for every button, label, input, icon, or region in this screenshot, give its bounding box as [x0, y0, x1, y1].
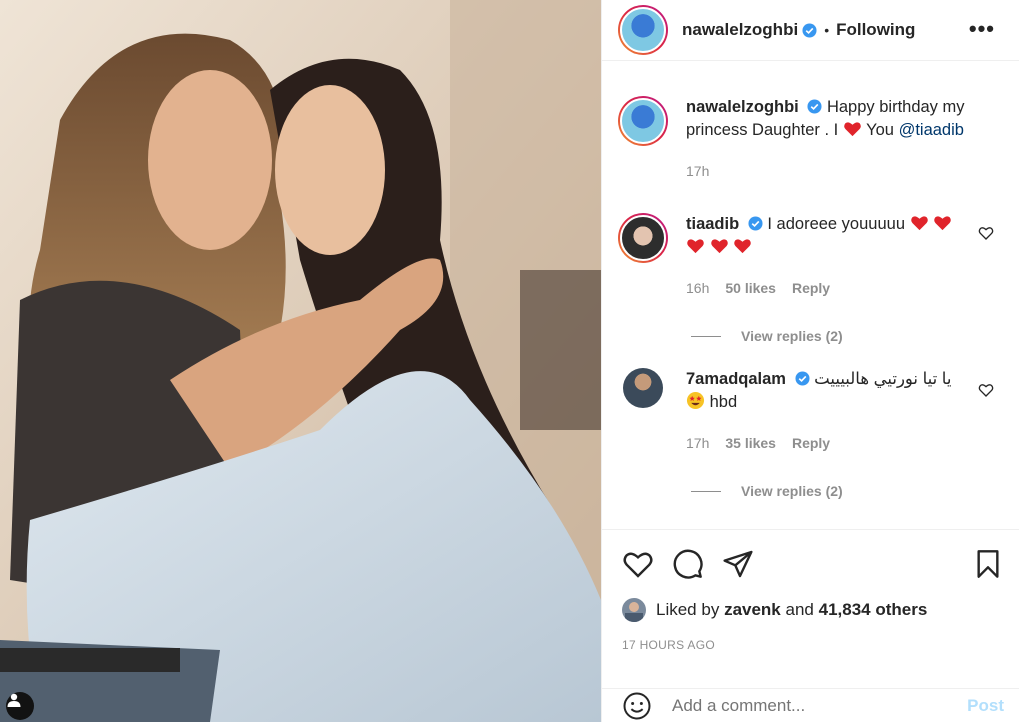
comment-item: tiaadib I adoreee youuuuu 16h 50 likes R…	[618, 183, 1004, 300]
liker-avatar[interactable]	[622, 598, 646, 622]
view-replies-button[interactable]: View replies (2)	[691, 483, 1004, 499]
reply-button[interactable]: Reply	[792, 432, 830, 455]
red-heart-emoji-icon	[710, 239, 728, 254]
verified-badge-icon	[802, 22, 817, 38]
comment-avatar[interactable]	[623, 368, 663, 408]
separator-dot: •	[824, 22, 830, 38]
author-avatar[interactable]	[618, 5, 668, 55]
comment-text-2: hbd	[709, 393, 738, 411]
comment-likes[interactable]: 35 likes	[725, 432, 776, 455]
liker-username[interactable]: zavenk	[724, 600, 781, 620]
likes-conj: and	[785, 600, 814, 619]
heart-icon[interactable]	[622, 548, 654, 580]
reply-button[interactable]: Reply	[792, 277, 830, 300]
add-comment-bar: Post	[602, 688, 1019, 722]
verified-badge-icon	[795, 371, 810, 386]
post-header: nawalelzoghbi • Following •••	[602, 0, 1019, 61]
comment-text: يا تيا نورتيي هالبيييت	[814, 370, 952, 388]
likes-count[interactable]: 41,834 others	[819, 600, 928, 620]
caption-text-2: You	[866, 121, 894, 139]
comment-time[interactable]: 17h	[686, 432, 709, 455]
caption-time[interactable]: 17h	[686, 160, 709, 183]
replies-divider	[691, 490, 721, 492]
smiley-icon[interactable]	[622, 691, 652, 721]
comment-username[interactable]: tiaadib	[686, 215, 739, 233]
like-comment-heart-icon[interactable]	[978, 382, 994, 398]
red-heart-emoji-icon	[844, 122, 861, 137]
like-comment-heart-icon[interactable]	[978, 225, 994, 241]
action-bar	[622, 546, 1004, 582]
comment-text: I adoreee youuuuu	[767, 215, 905, 233]
photo-illustration	[0, 0, 601, 722]
likes-summary: Liked by zavenk and 41,834 others	[622, 598, 1004, 622]
following-button[interactable]: Following	[836, 20, 915, 40]
comment-likes[interactable]: 50 likes	[725, 277, 776, 300]
red-heart-emoji-icon	[934, 216, 951, 231]
post-actions: Liked by zavenk and 41,834 others 17 HOU…	[602, 529, 1019, 689]
verified-badge-icon	[807, 99, 822, 114]
add-comment-input[interactable]	[672, 695, 968, 716]
comment-icon[interactable]	[672, 548, 704, 580]
red-heart-emoji-icon	[734, 239, 751, 254]
star-struck-emoji-icon	[686, 391, 705, 410]
replies-divider	[691, 335, 721, 337]
more-options-icon[interactable]: •••	[969, 18, 995, 40]
likes-prefix: Liked by	[656, 600, 720, 619]
liker-avatar-image	[625, 602, 643, 622]
comment-time[interactable]: 16h	[686, 277, 709, 300]
comment-username[interactable]: 7amadqalam	[686, 370, 786, 388]
post-photo[interactable]	[0, 0, 601, 722]
author-username[interactable]: nawalelzoghbi	[682, 20, 798, 40]
caption-username[interactable]: nawalelzoghbi	[686, 98, 799, 116]
mention-link[interactable]: @tiaadib	[899, 121, 964, 139]
paper-plane-icon[interactable]	[722, 548, 754, 580]
view-replies-button[interactable]: View replies (2)	[691, 328, 1004, 344]
comments-list[interactable]: nawalelzoghbi Happy birthday my princess…	[602, 62, 1019, 528]
view-replies-label: View replies (2)	[741, 328, 843, 344]
red-heart-emoji-icon	[687, 239, 704, 254]
caption: nawalelzoghbi Happy birthday my princess…	[618, 62, 1004, 183]
verified-badge-icon	[748, 216, 763, 231]
comment-avatar[interactable]	[618, 213, 668, 263]
user-tag-icon	[7, 693, 21, 707]
bookmark-icon[interactable]	[972, 548, 1004, 580]
red-heart-emoji-icon	[910, 216, 928, 231]
user-tag-button[interactable]	[6, 692, 34, 720]
comment-item: 7amadqalam يا تيا نورتيي هالبيييت hbd 17…	[618, 344, 1004, 455]
caption-avatar[interactable]	[618, 96, 668, 146]
post-sidebar: nawalelzoghbi • Following ••• nawalelzog…	[601, 0, 1019, 722]
post-timestamp[interactable]: 17 HOURS AGO	[622, 638, 1004, 652]
view-replies-label: View replies (2)	[741, 483, 843, 499]
post-comment-button[interactable]: Post	[967, 696, 1004, 716]
